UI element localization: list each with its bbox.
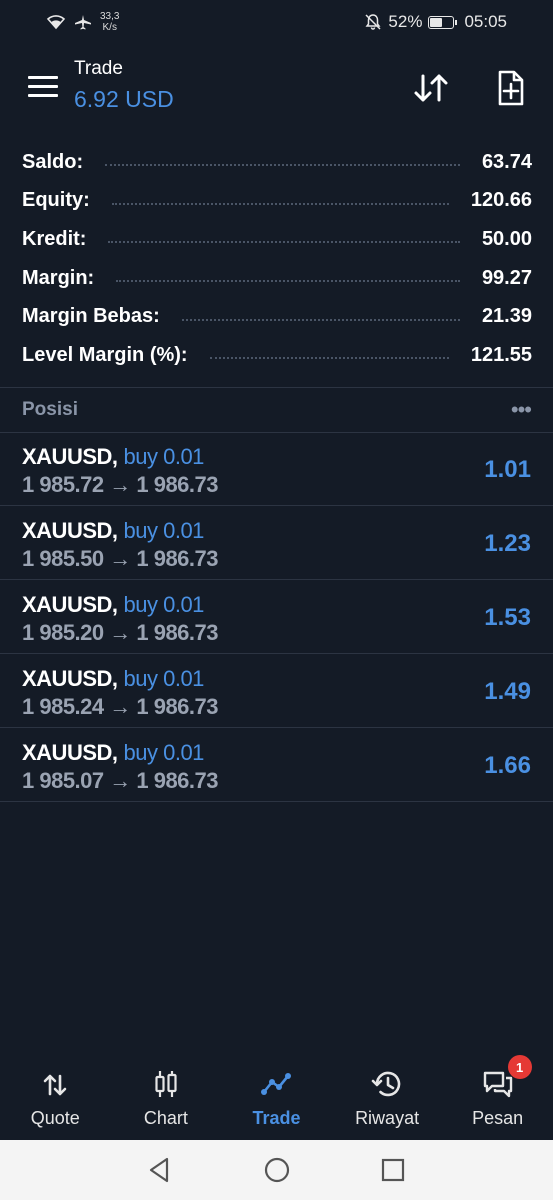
home-icon[interactable] — [259, 1152, 295, 1188]
position-prices: 1 985.50 → 1 986.73 — [22, 546, 219, 571]
position-prices: 1 985.07 → 1 986.73 — [22, 768, 219, 793]
wifi-icon — [46, 15, 66, 30]
positions-header: Posisi ••• — [0, 388, 553, 432]
position-row[interactable]: XAUUSD, buy 0.01 1 985.72 → 1 986.73 1.01 — [0, 432, 553, 506]
nav-label: Quote — [30, 1108, 80, 1128]
back-icon[interactable] — [143, 1152, 179, 1188]
position-profit: 1.01 — [484, 456, 531, 483]
menu-icon[interactable] — [28, 76, 58, 100]
summary-row-margin: Margin: 99.27 — [22, 259, 532, 298]
position-row[interactable]: XAUUSD, buy 0.01 1 985.07 → 1 986.73 1.66 — [0, 728, 553, 802]
summary-label: Level Margin (%): — [22, 343, 188, 366]
summary-value: 50.00 — [481, 227, 532, 250]
summary-value: 63.74 — [481, 150, 532, 173]
new-order-icon[interactable] — [492, 70, 532, 106]
nav-label: Pesan — [472, 1108, 524, 1128]
dotted-leader — [116, 280, 460, 283]
clock: 05:05 — [464, 12, 507, 31]
nav-label: Trade — [252, 1108, 301, 1128]
position-symbol: XAUUSD, — [22, 666, 118, 691]
dotted-leader — [181, 318, 460, 321]
summary-label: Margin Bebas: — [22, 305, 160, 328]
title-block: Trade 6.92 USD — [74, 58, 174, 113]
position-side: buy 0.01 — [123, 518, 205, 543]
position-symbol: XAUUSD, — [22, 740, 118, 765]
position-side: buy 0.01 — [123, 740, 205, 765]
summary-row-saldo: Saldo: 63.74 — [22, 143, 532, 182]
more-options-icon[interactable]: ••• — [511, 397, 532, 423]
notification-badge: 1 — [507, 1055, 532, 1079]
system-nav-bar — [0, 1140, 553, 1200]
status-bar: 33,3 K/s 52% 05:05 — [0, 0, 553, 44]
position-side: buy 0.01 — [123, 666, 205, 691]
sort-icon[interactable] — [412, 70, 452, 106]
dotted-leader — [209, 357, 449, 360]
summary-label: Equity: — [22, 189, 90, 212]
network-speed: 33,3 K/s — [100, 11, 119, 33]
quote-icon — [43, 1074, 67, 1096]
app-header: Trade 6.92 USD — [0, 56, 553, 120]
bottom-nav: Quote Chart Trade Riwayat 1 Pesan — [0, 1055, 553, 1140]
chart-icon — [155, 1071, 177, 1097]
nav-item-history[interactable]: Riwayat — [332, 1060, 443, 1140]
summary-row-kredit: Kredit: 50.00 — [22, 220, 532, 259]
position-symbol: XAUUSD, — [22, 592, 118, 617]
battery-icon — [428, 15, 458, 29]
history-icon — [371, 1071, 401, 1097]
summary-value: 120.66 — [470, 189, 532, 212]
position-prices: 1 985.72 → 1 986.73 — [22, 472, 219, 497]
position-profit: 1.23 — [484, 530, 531, 557]
position-prices: 1 985.24 → 1 986.73 — [22, 694, 219, 719]
position-prices: 1 985.20 → 1 986.73 — [22, 620, 219, 645]
summary-value: 99.27 — [481, 266, 532, 289]
header-balance: 6.92 USD — [74, 86, 174, 112]
network-speed-value: 33,3 — [100, 11, 120, 22]
mute-bell-icon — [365, 14, 381, 30]
summary-row-margin-level: Level Margin (%): 121.55 — [22, 336, 532, 375]
network-speed-unit: K/s — [102, 22, 117, 33]
nav-item-quote[interactable]: Quote — [0, 1060, 111, 1140]
position-profit: 1.53 — [484, 604, 531, 631]
dotted-leader — [105, 164, 460, 167]
summary-value: 21.39 — [481, 305, 532, 328]
nav-item-chart[interactable]: Chart — [111, 1060, 222, 1140]
summary-label: Margin: — [22, 266, 95, 289]
position-symbol: XAUUSD, — [22, 444, 118, 469]
position-symbol: XAUUSD, — [22, 518, 118, 543]
summary-row-equity: Equity: 120.66 — [22, 182, 532, 221]
battery-level — [430, 17, 442, 27]
recents-icon[interactable] — [375, 1152, 411, 1188]
nav-item-trade[interactable]: Trade — [221, 1060, 332, 1140]
position-side: buy 0.01 — [123, 592, 205, 617]
summary-label: Saldo: — [22, 150, 84, 173]
battery-percent: 52% — [388, 12, 423, 31]
summary-row-free-margin: Margin Bebas: 21.39 — [22, 297, 532, 336]
position-row[interactable]: XAUUSD, buy 0.01 1 985.20 → 1 986.73 1.53 — [0, 580, 553, 654]
dotted-leader — [108, 241, 460, 244]
dotted-leader — [111, 202, 449, 205]
nav-item-messages[interactable]: 1 Pesan — [442, 1055, 553, 1140]
page-title: Trade — [74, 58, 123, 79]
position-side: buy 0.01 — [123, 444, 205, 469]
position-profit: 1.66 — [484, 752, 531, 779]
nav-label: Riwayat — [355, 1108, 420, 1128]
positions-list: XAUUSD, buy 0.01 1 985.72 → 1 986.73 1.01… — [0, 432, 553, 802]
account-summary: Saldo: 63.74 Equity: 120.66 Kredit: 50.0… — [22, 143, 532, 375]
summary-value: 121.55 — [470, 343, 532, 366]
nav-label: Chart — [143, 1108, 188, 1128]
position-row[interactable]: XAUUSD, buy 0.01 1 985.50 → 1 986.73 1.23 — [0, 506, 553, 580]
trade-icon — [261, 1073, 292, 1095]
summary-label: Kredit: — [22, 227, 87, 250]
position-profit: 1.49 — [484, 678, 531, 705]
position-row[interactable]: XAUUSD, buy 0.01 1 985.24 → 1 986.73 1.49 — [0, 654, 553, 728]
airplane-icon — [75, 15, 91, 30]
section-title: Posisi — [22, 399, 78, 420]
